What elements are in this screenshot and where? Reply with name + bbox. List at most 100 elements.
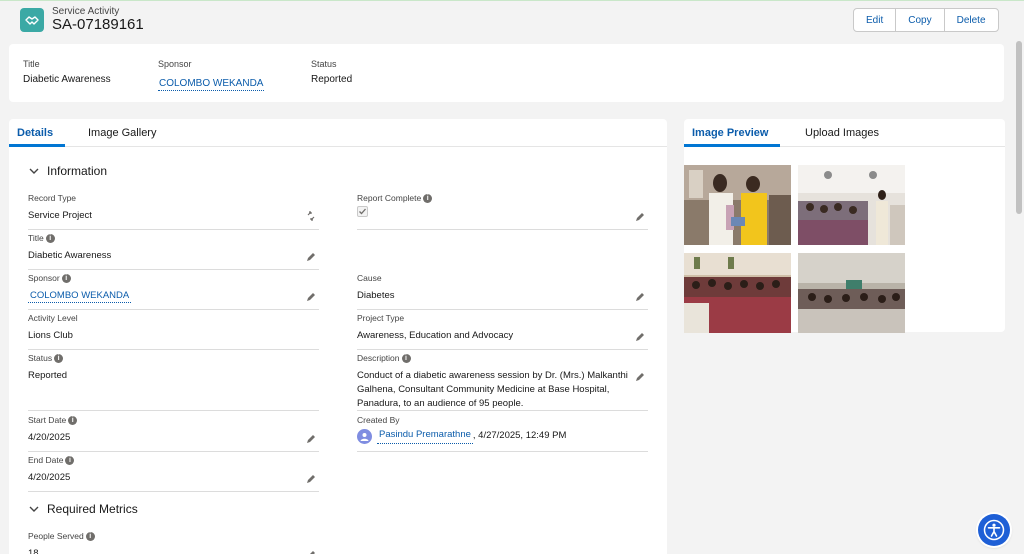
edit-button[interactable]: Edit xyxy=(854,9,897,31)
people-served-label: People Served xyxy=(28,531,84,541)
field-record-type: Record Type Service Project xyxy=(28,193,319,230)
info-icon[interactable]: i xyxy=(65,455,75,465)
description-label: Description xyxy=(357,353,400,363)
sponsor-value-row: COLOMBO WEKANDA xyxy=(28,289,319,303)
tab-active-indicator xyxy=(9,144,65,147)
chevron-down-icon xyxy=(29,505,41,513)
title-label-row: Title i xyxy=(28,233,319,243)
edit-people-served-pencil-icon[interactable] xyxy=(306,550,316,554)
edit-cause-pencil-icon[interactable] xyxy=(635,292,645,302)
field-status: Status i Reported xyxy=(28,353,319,411)
photo-award-presentation[interactable] xyxy=(684,165,791,245)
project-type-label-row: Project Type xyxy=(357,313,648,323)
report-complete-checkbox xyxy=(357,206,368,217)
highlight-title-label: Title xyxy=(23,59,40,69)
field-activity-level: Activity Level Lions Club xyxy=(28,313,319,350)
tab-details[interactable]: Details xyxy=(17,127,53,139)
field-description: Description i Conduct of a diabetic aware… xyxy=(357,353,648,411)
photo-projection-session[interactable] xyxy=(798,253,905,333)
info-icon[interactable]: i xyxy=(45,233,55,243)
record-title: SA-07189161 xyxy=(52,16,144,33)
start-date-value: 4/20/2025 xyxy=(28,432,71,443)
info-icon[interactable]: i xyxy=(61,273,71,283)
accessibility-button[interactable] xyxy=(978,514,1010,546)
project-type-value: Awareness, Education and Advocacy xyxy=(357,330,514,341)
edit-title-pencil-icon[interactable] xyxy=(306,252,316,262)
edit-start-date-pencil-icon[interactable] xyxy=(306,434,316,444)
created-by-user-link[interactable]: Pasindu Premarathne xyxy=(377,428,473,444)
created-by-value-row: Pasindu Premarathne , 4/27/2025, 12:49 P… xyxy=(357,428,648,444)
description-label-row: Description i xyxy=(357,353,648,363)
record-type-label: Record Type xyxy=(28,193,77,203)
edit-sponsor-pencil-icon[interactable] xyxy=(306,292,316,302)
info-icon[interactable]: i xyxy=(85,531,95,541)
delete-button[interactable]: Delete xyxy=(945,9,998,31)
photo-hall-audience-speaker[interactable] xyxy=(798,165,905,245)
highlight-status-label: Status xyxy=(311,59,337,69)
highlight-title: Title Diabetic Awareness xyxy=(23,59,111,85)
description-value: Conduct of a diabetic awareness session … xyxy=(357,370,628,409)
title-label: Title xyxy=(28,233,44,243)
field-sponsor: Sponsor i COLOMBO WEKANDA xyxy=(28,273,319,310)
tab-image-preview[interactable]: Image Preview xyxy=(692,127,768,139)
edit-project-type-pencil-icon[interactable] xyxy=(635,332,645,342)
status-label: Status xyxy=(28,353,53,363)
cause-label-row: Cause xyxy=(357,273,648,283)
edit-description-pencil-icon[interactable] xyxy=(635,372,645,382)
cause-label: Cause xyxy=(357,273,382,283)
report-complete-label: Report Complete xyxy=(357,193,422,203)
sponsor-link[interactable]: COLOMBO WEKANDA xyxy=(28,290,132,303)
highlight-status: Status Reported xyxy=(311,59,352,85)
field-cause: Cause Diabetes xyxy=(357,273,648,310)
record-header: Service Activity SA-07189161 Edit Copy D… xyxy=(0,1,1014,41)
tab-upload-images[interactable]: Upload Images xyxy=(805,127,879,139)
end-date-value: 4/20/2025 xyxy=(28,472,71,483)
activity-level-label: Activity Level xyxy=(28,313,78,323)
end-date-label: End Date xyxy=(28,455,64,465)
info-icon[interactable]: i xyxy=(54,353,64,363)
section-required-metrics[interactable]: Required Metrics xyxy=(29,502,138,516)
start-date-label-row: Start Date i xyxy=(28,415,319,425)
status-label-row: Status i xyxy=(28,353,319,363)
highlight-title-value: Diabetic Awareness xyxy=(23,74,111,85)
accessibility-icon xyxy=(983,519,1005,541)
handshake-icon xyxy=(20,8,44,32)
photo-audience-seated[interactable] xyxy=(684,253,791,333)
info-icon[interactable]: i xyxy=(401,353,411,363)
section-information[interactable]: Information xyxy=(29,164,107,178)
created-by-label-row: Created By xyxy=(357,415,648,425)
info-icon[interactable]: i xyxy=(423,193,433,203)
details-tabs: Details Image Gallery xyxy=(9,119,667,147)
tab-image-gallery[interactable]: Image Gallery xyxy=(88,127,156,139)
section-required-metrics-label: Required Metrics xyxy=(47,502,138,516)
highlight-sponsor: Sponsor COLOMBO WEKANDA xyxy=(158,59,265,91)
report-complete-label-row: Report Complete i xyxy=(357,193,648,203)
change-record-type-icon[interactable] xyxy=(306,211,316,221)
field-people-served: People Served i 18 xyxy=(28,531,319,554)
field-label: Record Type xyxy=(28,193,319,203)
gallery-tabs: Image Preview Upload Images xyxy=(684,119,1005,147)
details-card: Details Image Gallery Information Record… xyxy=(9,119,667,554)
user-avatar-icon xyxy=(357,428,372,444)
highlight-sponsor-label: Sponsor xyxy=(158,59,192,69)
field-project-type: Project Type Awareness, Education and Ad… xyxy=(357,313,648,350)
created-by-timestamp: , 4/27/2025, 12:49 PM xyxy=(472,430,567,441)
copy-button[interactable]: Copy xyxy=(896,9,945,31)
edit-end-date-pencil-icon[interactable] xyxy=(306,474,316,484)
field-start-date: Start Date i 4/20/2025 xyxy=(28,415,319,452)
sponsor-label: Sponsor xyxy=(28,273,60,283)
sponsor-label-row: Sponsor i xyxy=(28,273,319,283)
created-by-label: Created By xyxy=(357,415,400,425)
chevron-down-icon xyxy=(29,167,41,175)
page-scrollbar-thumb[interactable] xyxy=(1016,41,1022,214)
highlight-status-value: Reported xyxy=(311,74,353,85)
field-title: Title i Diabetic Awareness xyxy=(28,233,319,270)
info-icon[interactable]: i xyxy=(68,415,78,425)
field-report-complete: Report Complete i xyxy=(357,193,648,230)
people-served-label-row: People Served i xyxy=(28,531,319,541)
start-date-label: Start Date xyxy=(28,415,67,425)
title-value: Diabetic Awareness xyxy=(28,250,112,261)
highlight-sponsor-link[interactable]: COLOMBO WEKANDA xyxy=(158,78,265,91)
activity-level-value: Lions Club xyxy=(28,330,73,341)
edit-report-complete-pencil-icon[interactable] xyxy=(635,212,645,222)
